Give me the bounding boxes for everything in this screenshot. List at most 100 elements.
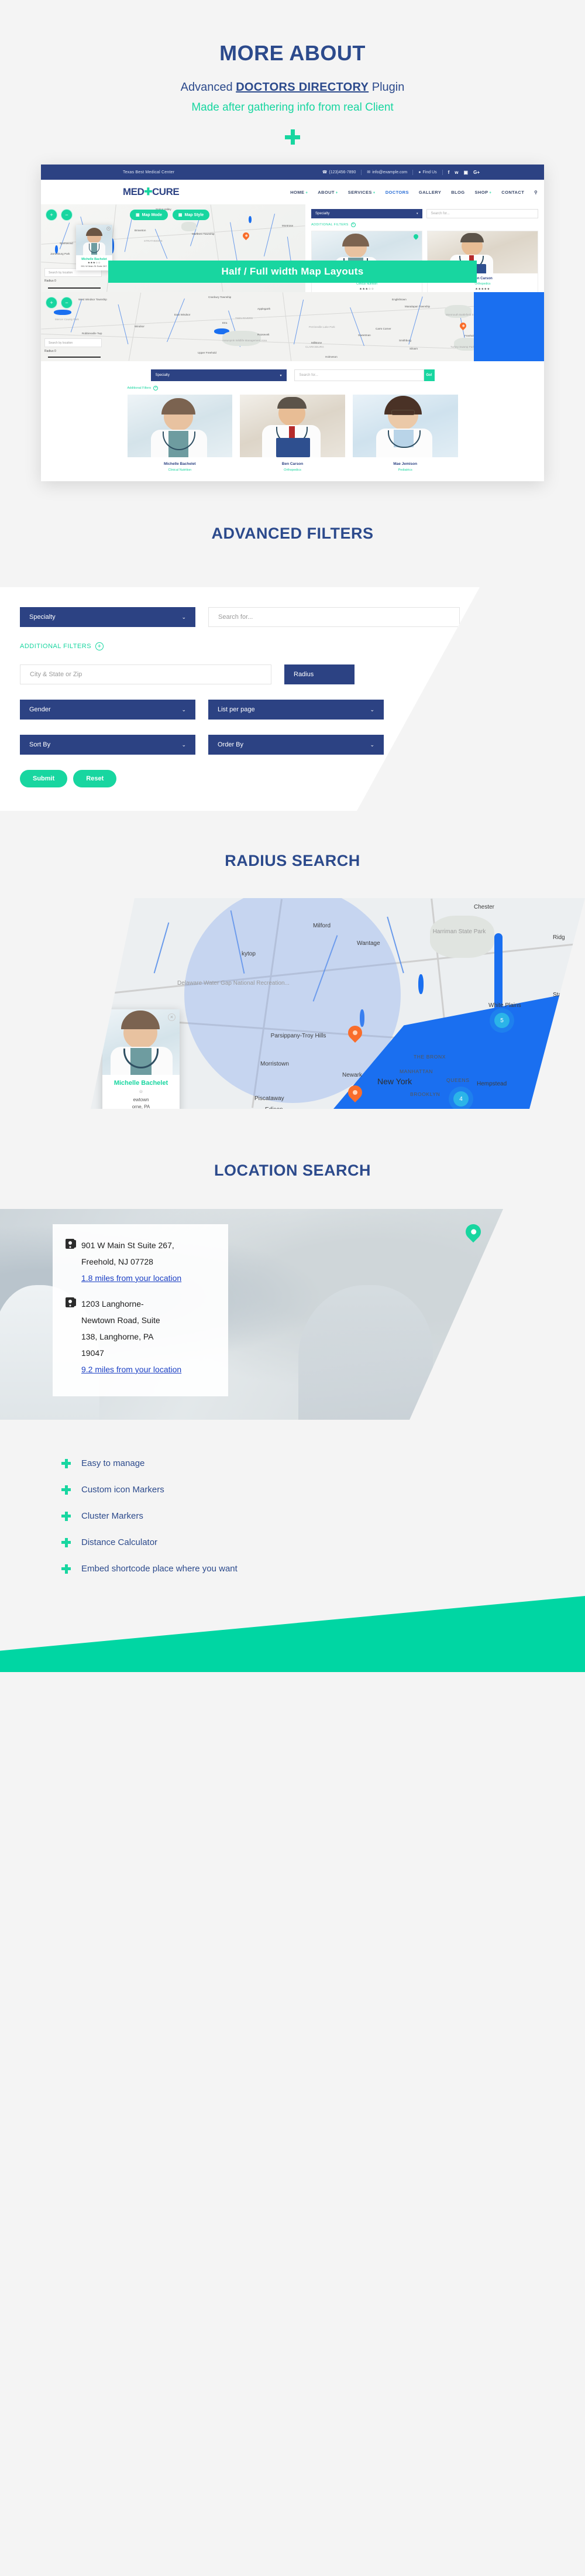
- map-marker-orange[interactable]: [345, 1023, 365, 1045]
- address-book-icon: [66, 1239, 76, 1249]
- mail-icon: ✉: [367, 170, 371, 174]
- chevron-down-icon: +: [373, 191, 376, 195]
- additional-filters-toggle[interactable]: ADDITIONAL FILTERS +: [20, 642, 460, 650]
- cluster-marker[interactable]: 5: [494, 1013, 510, 1028]
- location-search-section: LOCATION SEARCH 901 W Main St Suite 267,…: [0, 1162, 585, 1420]
- doctor-card[interactable]: Michelle Bachelet Clinical Nutrition: [127, 395, 233, 472]
- map-label: Chester: [474, 904, 495, 910]
- map-zoom-controls: + −: [46, 209, 73, 221]
- chevron-down-icon: ▾: [416, 212, 418, 215]
- sort-by-select[interactable]: Sort By ⌄: [20, 735, 195, 755]
- address-line-2: Newtown Road, Suite: [81, 1316, 160, 1325]
- logo-left: MED: [123, 186, 144, 197]
- map-doctor-popup[interactable]: × Michelle Bachelet ★★★☆☆ 901 W Main St …: [76, 225, 112, 270]
- distance-link[interactable]: 1.8 miles from your location: [81, 1273, 181, 1283]
- map-style-button[interactable]: ▦ Map Style: [172, 210, 210, 220]
- features-list: Easy to manage Custom icon Markers Clust…: [0, 1458, 585, 1574]
- map-marker-orange[interactable]: [241, 231, 251, 241]
- feature-label: Cluster Markers: [81, 1511, 143, 1521]
- doctor-photo: [127, 395, 233, 457]
- specialty-select[interactable]: Specialty ▾: [311, 209, 422, 218]
- doctor-name: Michelle Bachelet: [164, 462, 196, 466]
- specialty-select[interactable]: Specialty ⌄: [20, 607, 195, 627]
- nav-item-about[interactable]: ABOUT +: [318, 190, 338, 195]
- zoom-out-button[interactable]: −: [61, 297, 73, 309]
- feature-label: Easy to manage: [81, 1458, 145, 1468]
- doctor-card[interactable]: Ben Carson Orthopedics: [240, 395, 345, 472]
- map-tiles: West Windsor Township Cranbury Township …: [41, 292, 544, 361]
- doctor-grid: Michelle Bachelet Clinical Nutrition Ben…: [127, 395, 458, 472]
- email-item[interactable]: ✉ info@example.com: [367, 170, 407, 175]
- search-input[interactable]: Search for...: [294, 369, 424, 381]
- chevron-down-icon: ⌄: [181, 614, 186, 620]
- search-input[interactable]: Search for...: [208, 607, 460, 627]
- map-doctor-popup[interactable]: × Michelle Bachelet ☆ ewtown orne, PA: [102, 1009, 180, 1109]
- zoom-in-button[interactable]: +: [46, 209, 57, 221]
- nav-item-blog[interactable]: BLOG: [451, 190, 464, 195]
- submit-button[interactable]: Submit: [20, 770, 68, 787]
- twitter-icon[interactable]: w: [455, 170, 458, 175]
- additional-filters-toggle[interactable]: Additional Filters +: [128, 386, 458, 390]
- map-scale-bar: [48, 287, 101, 289]
- specialty-select[interactable]: Specialty ▾: [150, 369, 287, 381]
- close-icon[interactable]: ×: [168, 1013, 176, 1021]
- chevron-down-icon: ⌄: [370, 706, 374, 712]
- doctor-card[interactable]: Mae Jemison Pediatrics: [352, 395, 458, 472]
- map-location-search-input[interactable]: Search by location: [44, 338, 102, 347]
- chevron-down-icon: ⌄: [181, 741, 186, 748]
- zoom-out-button[interactable]: −: [61, 209, 73, 221]
- reset-button[interactable]: Reset: [73, 770, 117, 787]
- location-pin-icon: ●: [418, 170, 421, 174]
- map-mode-button[interactable]: ▦ Map Mode: [130, 210, 168, 220]
- radius-select[interactable]: Radius: [284, 664, 355, 684]
- full-width-map-layout[interactable]: West Windsor Township Cranbury Township …: [41, 292, 544, 361]
- list-per-page-select[interactable]: List per page ⌄: [208, 700, 384, 720]
- divider: [361, 169, 362, 175]
- address-entry: 901 W Main St Suite 267, Freehold, NJ 07…: [66, 1237, 215, 1286]
- instagram-icon[interactable]: ▣: [464, 170, 469, 175]
- plus-icon: [285, 129, 300, 145]
- doctor-photo: [352, 395, 458, 457]
- map-label: kytop: [242, 951, 256, 957]
- cluster-marker[interactable]: 4: [453, 1091, 469, 1107]
- doctor-name: Mae Jemison: [393, 462, 418, 466]
- doctor-photo: ×: [76, 225, 112, 255]
- subtitle-bold: DOCTORS DIRECTORY: [236, 81, 369, 94]
- feature-item: Embed shortcode place where you want: [61, 1564, 585, 1574]
- nav-item-home[interactable]: HOME +: [290, 190, 308, 195]
- feature-item: Easy to manage: [61, 1458, 585, 1468]
- facebook-icon[interactable]: f: [448, 170, 450, 175]
- zoom-in-button[interactable]: +: [46, 297, 57, 309]
- googleplus-icon[interactable]: G+: [473, 170, 480, 175]
- plus-icon: [61, 1564, 71, 1574]
- search-icon[interactable]: ⚲: [534, 190, 538, 195]
- radius-map[interactable]: Chester Milford Wantage kytop Ridg Harri…: [91, 898, 585, 1109]
- go-button[interactable]: Go!: [424, 369, 435, 381]
- nav-item-doctors[interactable]: DOCTORS: [386, 190, 409, 195]
- close-icon[interactable]: ×: [106, 227, 111, 231]
- gender-select[interactable]: Gender ⌄: [20, 700, 195, 720]
- order-by-select[interactable]: Order By ⌄: [208, 735, 384, 755]
- popup-doctor-address: ewtown orne, PA: [132, 1097, 150, 1109]
- nav-links: HOME + ABOUT + SERVICES + DOCTORS GALLERY B…: [290, 190, 538, 195]
- distance-link[interactable]: 9.2 miles from your location: [81, 1365, 181, 1374]
- doctor-specialty: Orthopedics: [284, 468, 301, 472]
- chevron-down-icon: ⌄: [181, 706, 186, 712]
- city-state-zip-input[interactable]: City & State or Zip: [20, 664, 271, 684]
- additional-filters-toggle[interactable]: ADDITIONAL FILTERS +: [311, 222, 538, 227]
- site-topbar: Texas Best Medical Center ☎ (123)456-789…: [41, 165, 544, 180]
- nav-item-contact[interactable]: CONTACT: [501, 190, 524, 195]
- nav-item-services[interactable]: SERVICES +: [348, 190, 376, 195]
- nav-item-shop[interactable]: SHOP +: [475, 190, 492, 195]
- popup-doctor-address: 901 W Main St Suite 267,: [81, 265, 108, 268]
- phone-item[interactable]: ☎ (123)456-7890: [322, 170, 356, 175]
- map-marker-orange[interactable]: [458, 321, 468, 331]
- map-marker-orange[interactable]: [345, 1083, 365, 1105]
- nav-item-gallery[interactable]: GALLERY: [419, 190, 441, 195]
- feature-item: Custom icon Markers: [61, 1485, 585, 1495]
- logo[interactable]: MED✚CURE: [123, 186, 180, 198]
- doctor-rating: ★★★★★: [475, 287, 490, 291]
- search-input[interactable]: Search for...: [426, 209, 538, 218]
- find-us-item[interactable]: ● Find Us: [418, 170, 436, 174]
- order-by-label: Order By: [218, 741, 244, 748]
